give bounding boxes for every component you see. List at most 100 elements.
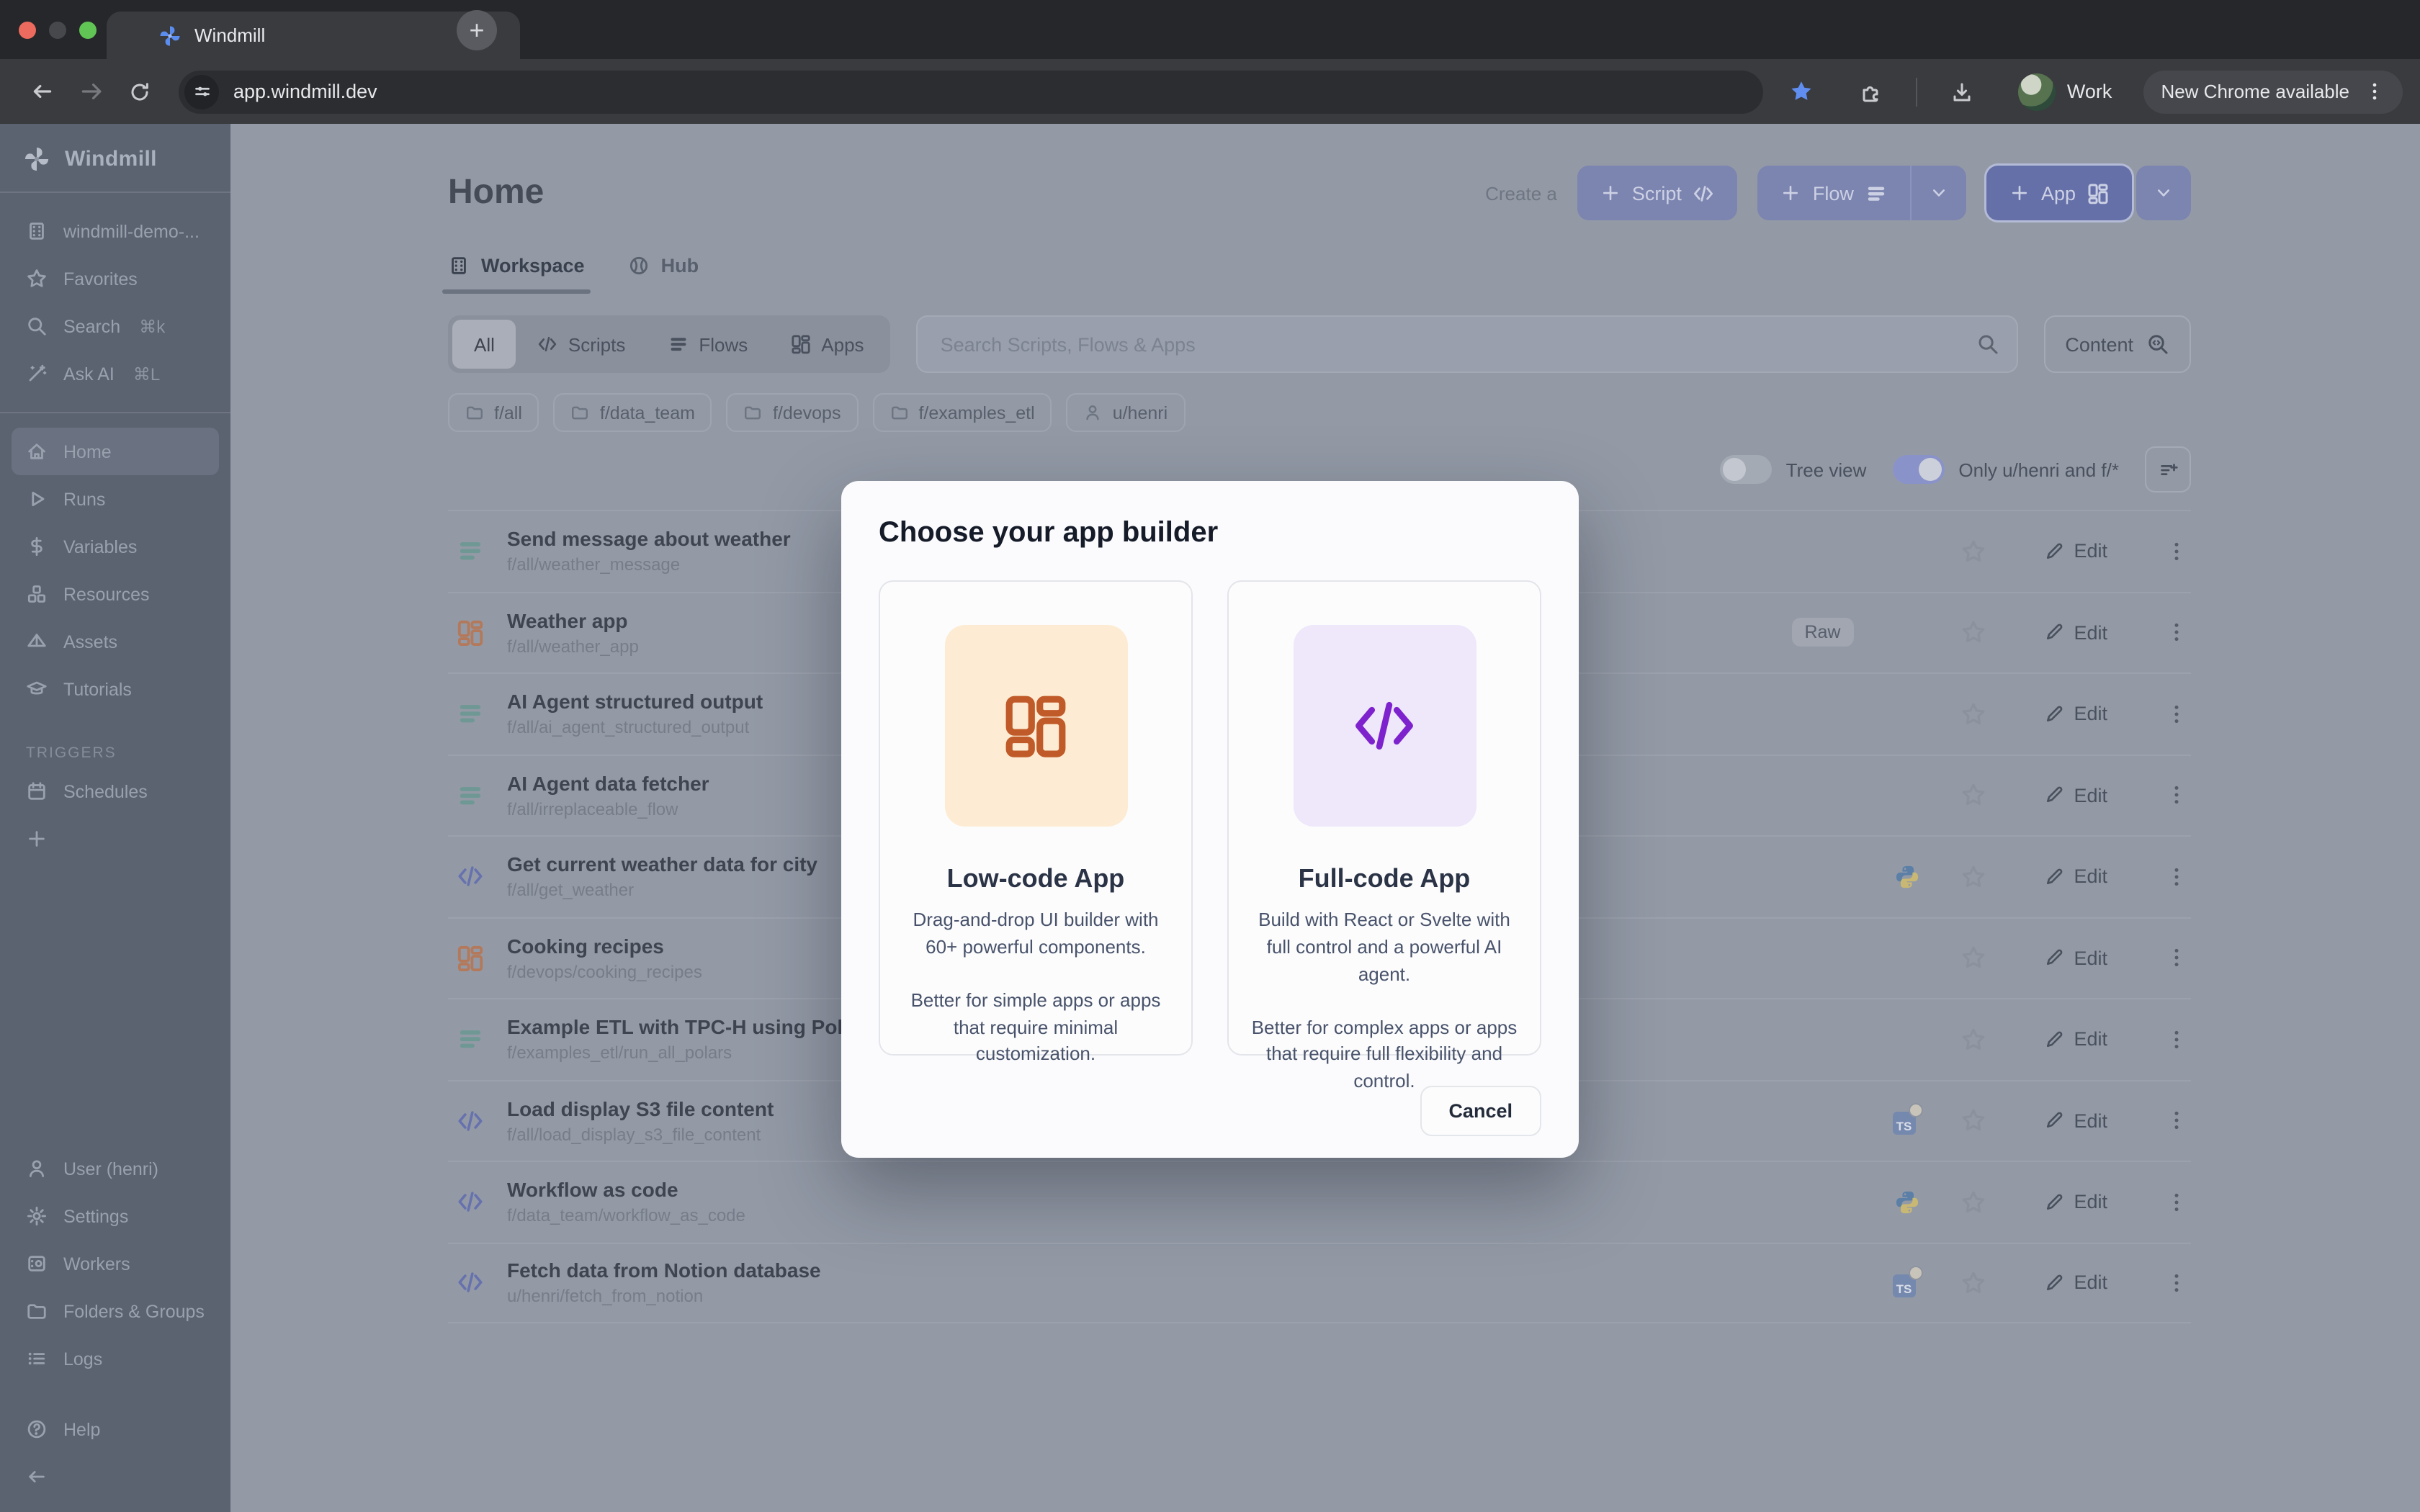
row-menu-icon[interactable] bbox=[2162, 865, 2191, 888]
edit-button[interactable]: Edit bbox=[2043, 785, 2107, 806]
browser-menu-icon[interactable] bbox=[2364, 81, 2385, 102]
favorite-star-icon[interactable] bbox=[1960, 620, 1986, 646]
folder-chip-f-all[interactable]: f/all bbox=[448, 393, 539, 432]
tab-hub[interactable]: Hub bbox=[628, 255, 699, 294]
favorite-star-icon[interactable] bbox=[1960, 945, 1986, 971]
favorite-star-icon[interactable] bbox=[1960, 701, 1986, 727]
sidebar-item-schedules[interactable]: Schedules bbox=[0, 768, 230, 815]
favorite-star-icon[interactable] bbox=[1960, 1027, 1986, 1053]
row-menu-icon[interactable] bbox=[2162, 947, 2191, 970]
favorite-star-icon[interactable] bbox=[1960, 1270, 1986, 1296]
only-mine-toggle[interactable] bbox=[1892, 455, 1944, 484]
table-row[interactable]: Fetch data from Notion databaseu/henri/f… bbox=[448, 1242, 2191, 1323]
edit-button[interactable]: Edit bbox=[2043, 541, 2107, 562]
list-filter-button[interactable] bbox=[2145, 446, 2191, 492]
close-window-button[interactable] bbox=[19, 22, 36, 39]
folder-chip-label: f/examples_etl bbox=[918, 402, 1034, 423]
row-menu-icon[interactable] bbox=[2162, 621, 2191, 644]
edit-button[interactable]: Edit bbox=[2043, 866, 2107, 888]
edit-button[interactable]: Edit bbox=[2043, 948, 2107, 969]
sidebar-item-ask-ai[interactable]: Ask AI⌘L bbox=[0, 350, 230, 397]
sidebar-item-settings[interactable]: Settings bbox=[0, 1192, 230, 1240]
search-input[interactable] bbox=[938, 332, 1976, 356]
extensions-icon[interactable] bbox=[1847, 67, 1896, 116]
sidebar-item-favorites[interactable]: Favorites bbox=[0, 255, 230, 302]
favorite-star-icon[interactable] bbox=[1960, 1108, 1986, 1134]
create-app-button[interactable]: App bbox=[1986, 166, 2132, 220]
folder-chip-f-examples-etl[interactable]: f/examples_etl bbox=[872, 393, 1052, 432]
sidebar-item-search[interactable]: Search⌘k bbox=[0, 302, 230, 350]
downloads-icon[interactable] bbox=[1937, 67, 1986, 116]
pencil-icon bbox=[2043, 1192, 2063, 1212]
reload-button[interactable] bbox=[115, 67, 164, 116]
create-script-button[interactable]: Script bbox=[1577, 166, 1738, 220]
sidebar-item-user-henri[interactable]: User (henri) bbox=[0, 1145, 230, 1192]
sidebar-item-plus[interactable] bbox=[0, 815, 230, 863]
bookmark-star-icon[interactable] bbox=[1778, 67, 1827, 116]
sidebar-item-help[interactable]: Help bbox=[0, 1405, 230, 1453]
lowcode-app-card[interactable]: Low-code AppDrag-and-drop UI builder wit… bbox=[879, 580, 1193, 1056]
worker-icon bbox=[26, 1253, 48, 1274]
edit-button[interactable]: Edit bbox=[2043, 622, 2107, 644]
row-menu-icon[interactable] bbox=[2162, 1272, 2191, 1295]
sidebar-item-home[interactable]: Home bbox=[12, 428, 219, 475]
favorite-star-icon[interactable] bbox=[1960, 864, 1986, 890]
folder-chips: f/all f/data_team f/devops f/examples_etl u/… bbox=[448, 393, 2191, 432]
cancel-button[interactable]: Cancel bbox=[1420, 1086, 1541, 1136]
new-tab-button[interactable]: + bbox=[457, 10, 497, 50]
edit-button[interactable]: Edit bbox=[2043, 1110, 2107, 1132]
windmill-logo[interactable]: Windmill bbox=[0, 124, 230, 192]
content-search-button[interactable]: Content bbox=[2043, 315, 2191, 373]
row-menu-icon[interactable] bbox=[2162, 1028, 2191, 1051]
create-flow-button[interactable]: Flow bbox=[1758, 166, 1910, 220]
flow-type-icon bbox=[452, 701, 487, 728]
row-menu-icon[interactable] bbox=[2162, 540, 2191, 563]
sidebar-item-runs[interactable]: Runs bbox=[0, 475, 230, 523]
filter-segment-all[interactable]: All bbox=[452, 320, 516, 369]
favorite-star-icon[interactable] bbox=[1960, 783, 1986, 809]
edit-button[interactable]: Edit bbox=[2043, 703, 2107, 725]
window-controls[interactable] bbox=[19, 22, 97, 39]
tab-workspace[interactable]: Workspace bbox=[448, 255, 585, 294]
chrome-update-button[interactable]: New Chrome available bbox=[2143, 70, 2403, 113]
back-button[interactable] bbox=[17, 67, 66, 116]
row-menu-icon[interactable] bbox=[2162, 784, 2191, 807]
search-box[interactable] bbox=[916, 315, 2018, 373]
filter-segment-flows[interactable]: Flows bbox=[647, 320, 769, 369]
magnifier-icon bbox=[26, 315, 48, 337]
row-menu-icon[interactable] bbox=[2162, 1110, 2191, 1133]
minimize-window-button[interactable] bbox=[49, 22, 66, 39]
edit-button[interactable]: Edit bbox=[2043, 1192, 2107, 1213]
filter-segment-scripts[interactable]: Scripts bbox=[516, 320, 647, 369]
sidebar-item-tutorials[interactable]: Tutorials bbox=[0, 665, 230, 713]
forward-button[interactable] bbox=[66, 67, 115, 116]
site-info-icon[interactable] bbox=[184, 74, 219, 109]
sidebar-item-arrow-left[interactable] bbox=[0, 1453, 230, 1500]
folder2-icon bbox=[571, 403, 590, 422]
filter-segment-apps[interactable]: Apps bbox=[769, 320, 885, 369]
fullcode-app-card[interactable]: Full-code AppBuild with React or Svelte … bbox=[1227, 580, 1541, 1056]
favorite-star-icon[interactable] bbox=[1960, 1189, 1986, 1215]
sidebar-item-assets[interactable]: Assets bbox=[0, 618, 230, 665]
folder-chip-u-henri[interactable]: u/henri bbox=[1067, 393, 1185, 432]
favorite-star-icon[interactable] bbox=[1960, 539, 1986, 564]
sidebar-item-folders-groups[interactable]: Folders & Groups bbox=[0, 1287, 230, 1335]
folder-chip-f-devops[interactable]: f/devops bbox=[727, 393, 859, 432]
url-bar[interactable]: app.windmill.dev bbox=[179, 70, 1763, 113]
flow-dropdown-chevron[interactable] bbox=[1910, 166, 1966, 220]
sidebar-item-windmill-demo[interactable]: windmill-demo-... bbox=[0, 207, 230, 255]
sidebar-item-workers[interactable]: Workers bbox=[0, 1240, 230, 1287]
maximize-window-button[interactable] bbox=[79, 22, 97, 39]
sidebar-item-resources[interactable]: Resources bbox=[0, 570, 230, 618]
app-dropdown-chevron[interactable] bbox=[2136, 166, 2191, 220]
profile-button[interactable]: Work bbox=[2007, 68, 2124, 114]
edit-button[interactable]: Edit bbox=[2043, 1029, 2107, 1050]
row-menu-icon[interactable] bbox=[2162, 1191, 2191, 1214]
table-row[interactable]: Workflow as codef/data_team/workflow_as_… bbox=[448, 1161, 2191, 1242]
sidebar-item-variables[interactable]: Variables bbox=[0, 523, 230, 570]
tree-view-toggle[interactable] bbox=[1720, 455, 1772, 484]
sidebar-item-logs[interactable]: Logs bbox=[0, 1335, 230, 1382]
row-menu-icon[interactable] bbox=[2162, 703, 2191, 726]
edit-button[interactable]: Edit bbox=[2043, 1272, 2107, 1294]
folder-chip-f-data-team[interactable]: f/data_team bbox=[554, 393, 712, 432]
